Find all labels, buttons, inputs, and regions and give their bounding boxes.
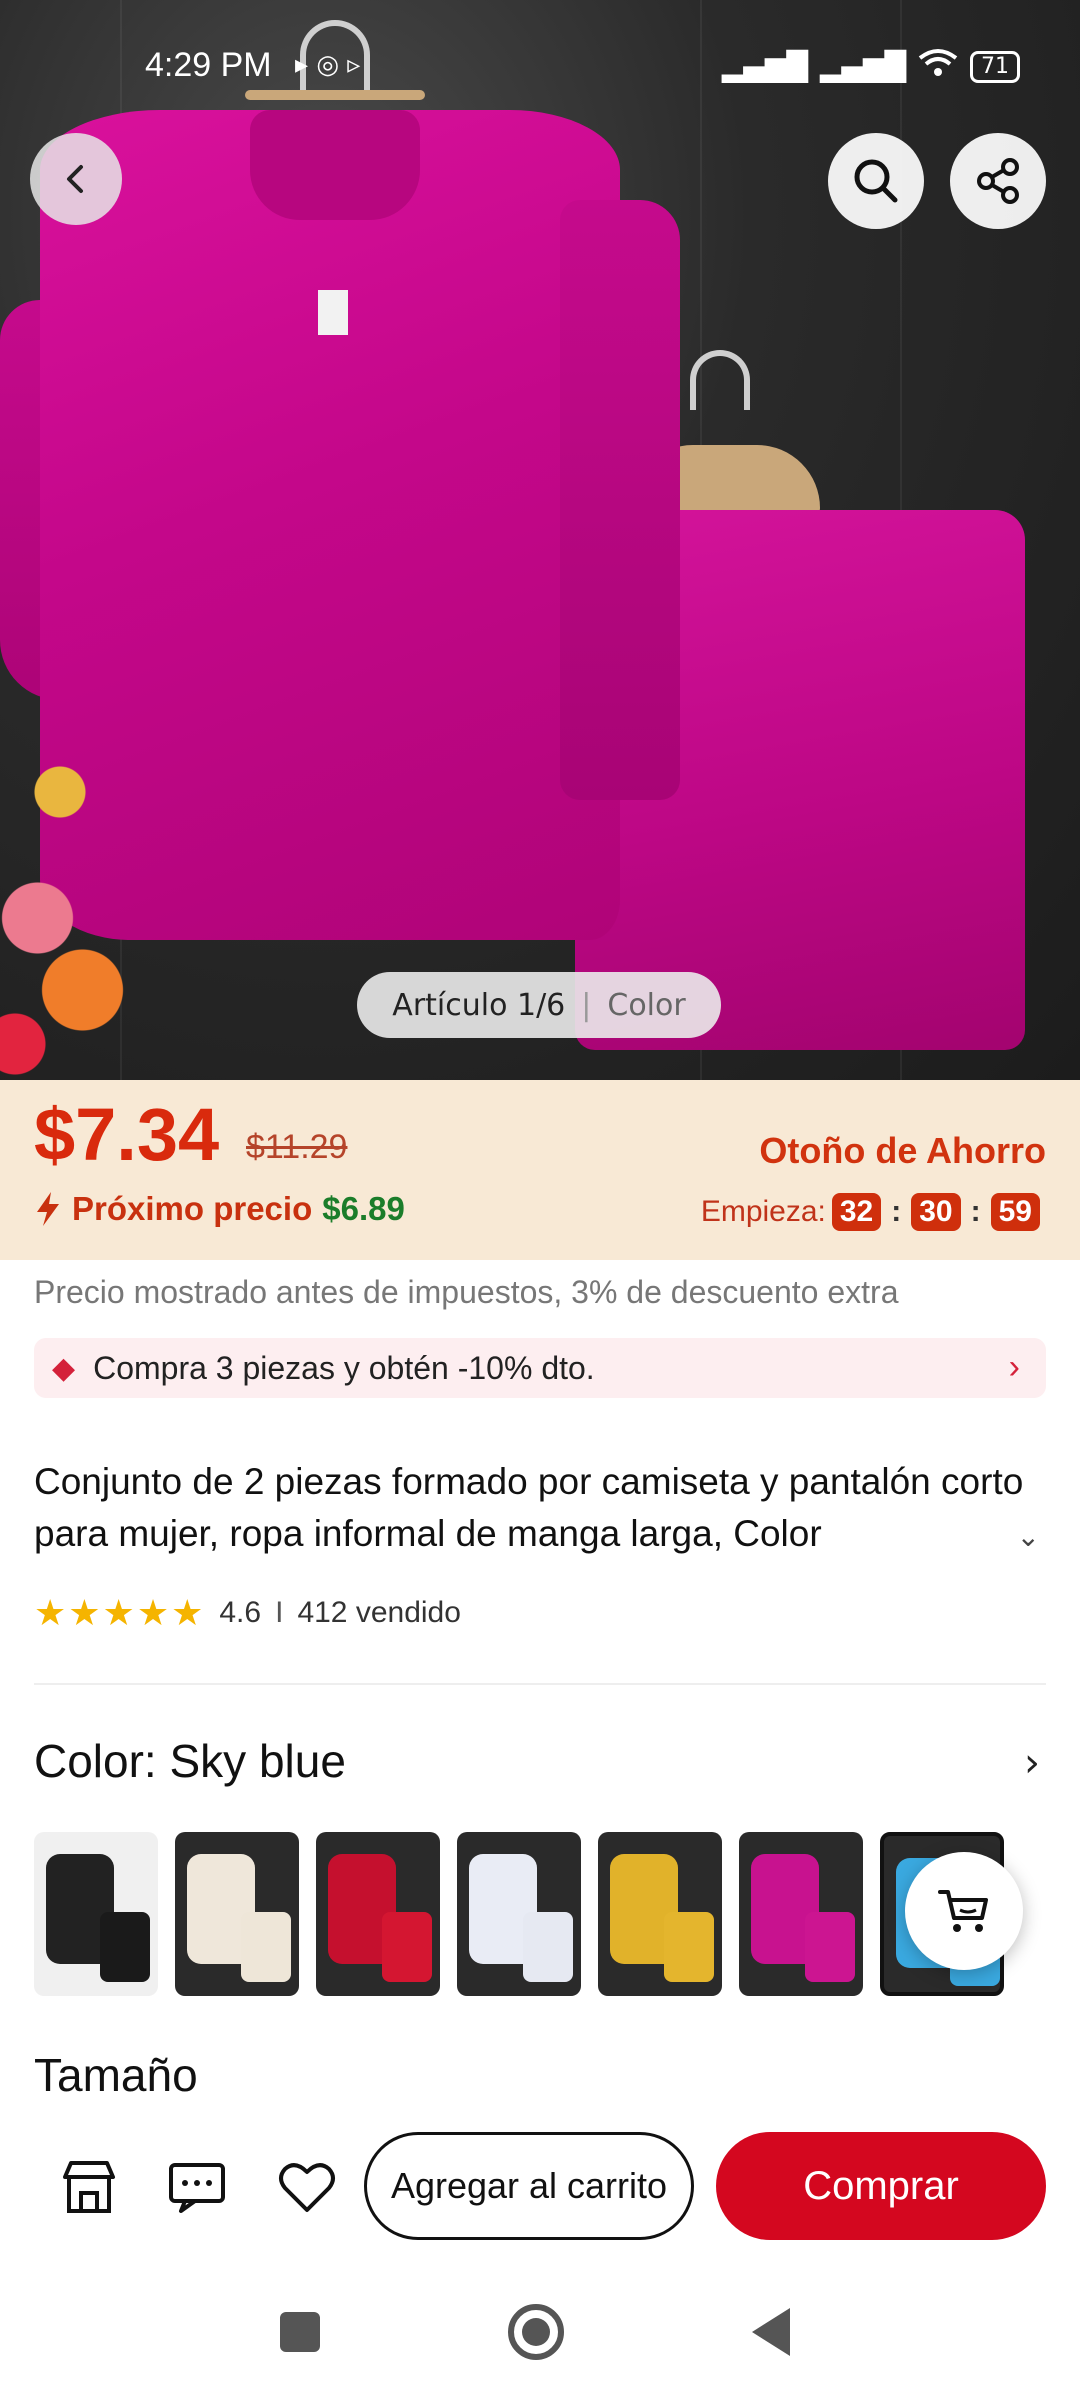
signal-icon: ▂▄▆█ [721,50,808,83]
swatch-bottom [382,1912,432,1982]
expand-title-icon[interactable]: ⌄ [1017,1520,1040,1553]
coupon-text: Compra 3 piezas y obtén -10% dto. [93,1349,595,1386]
store-icon [63,2161,115,2213]
countdown-hours: 32 [831,1193,882,1231]
rating-row[interactable]: ★★★★★ 4.6 I 412 vendido [34,1592,461,1634]
chevron-right-icon: › [1008,1348,1020,1386]
share-button[interactable] [950,133,1046,229]
heart-icon [279,2163,335,2212]
countdown-seconds: 59 [990,1193,1040,1231]
rating-separator: I [275,1596,284,1629]
wifi-icon [918,48,958,85]
color-swatch-list [34,1832,1004,1996]
current-price: $7.34 [34,1093,220,1176]
lightning-icon [37,1192,59,1226]
next-price: Próximo precio $6.89 [34,1190,405,1228]
rating-stars-icon: ★★★★★ [34,1592,206,1633]
cart-icon [938,1890,988,1932]
countdown-separator: : [970,1195,981,1228]
sold-count: 412 vendido [297,1596,461,1629]
swatch-bottom [664,1912,714,1982]
search-icon [854,159,898,203]
chevron-left-icon [67,165,83,193]
countdown-separator: : [891,1195,902,1228]
status-bar: 4:29 PM ▸ ◎ ▹ ▂▄▆█ ▂▄▆█ 71 [0,44,1080,92]
system-icons: ▂▄▆█ ▂▄▆█ 71 [722,48,1020,85]
size-label: Tamaño [34,2049,198,2101]
color-swatch-red[interactable] [316,1832,440,1996]
countdown-label: Empieza: [700,1195,826,1228]
color-label[interactable]: Color: Sky blue [34,1734,346,1788]
back-button[interactable] [30,133,122,225]
flowers [0,720,150,1080]
status-time: 4:29 PM [145,46,272,84]
rating-value: 4.6 [219,1596,262,1629]
hanger-hook [690,350,750,410]
share-icon [977,158,1019,204]
color-swatch-white[interactable] [457,1832,581,1996]
color-swatch-rose-red[interactable] [739,1832,863,1996]
shirt-tag [318,290,348,335]
countdown-minutes: 30 [911,1193,961,1231]
buy-button[interactable]: Comprar [716,2132,1046,2240]
store-button[interactable] [54,2152,124,2222]
original-price: $11.29 [246,1128,348,1166]
signal-icon: ▂▄▆█ [819,50,906,83]
swatch-bottom [523,1912,573,1982]
recents-icon[interactable] [280,2312,320,2352]
next-price-label: Próximo precio [72,1190,313,1227]
add-to-cart-button[interactable]: Agregar al carrito [364,2132,694,2240]
tax-note: Precio mostrado antes de impuestos, 3% d… [34,1274,899,1310]
notification-icons: ▸ ◎ ▹ [295,50,361,80]
swatch-bottom [100,1912,150,1982]
shirt-sleeve [560,200,680,800]
divider [34,1683,1046,1685]
countdown: Empieza: 32 : 30 : 59 [701,1193,1040,1231]
message-button[interactable] [162,2152,232,2222]
pill-separator: | [581,987,592,1023]
color-swatch-black[interactable] [34,1832,158,1996]
wishlist-button[interactable] [272,2152,342,2222]
next-price-value: $6.89 [322,1190,405,1227]
tag-icon: ◆ [52,1351,76,1385]
swatch-bottom [805,1912,855,1982]
color-swatch-yellow[interactable] [598,1832,722,1996]
color-view-link[interactable]: Color [607,988,685,1023]
promo-name: Otoño de Ahorro [759,1130,1046,1171]
back-triangle-icon[interactable] [752,2308,790,2356]
search-button[interactable] [828,133,924,229]
coupon-banner[interactable]: ◆ Compra 3 piezas y obtén -10% dto. › [34,1338,1046,1398]
swatch-bottom [241,1912,291,1982]
chevron-right-icon[interactable]: › [1024,1740,1040,1786]
battery-icon: 71 [970,50,1020,83]
product-title[interactable]: Conjunto de 2 piezas formado por camiset… [34,1456,1044,1560]
message-icon [169,2163,225,2213]
cart-floating-button[interactable] [905,1852,1023,1970]
image-counter: Artículo 1/6 [392,987,566,1023]
shirt-collar [250,110,420,220]
home-icon[interactable] [508,2304,564,2360]
image-counter-pill[interactable]: Artículo 1/6 | Color [357,972,721,1038]
color-swatch-beige[interactable] [175,1832,299,1996]
